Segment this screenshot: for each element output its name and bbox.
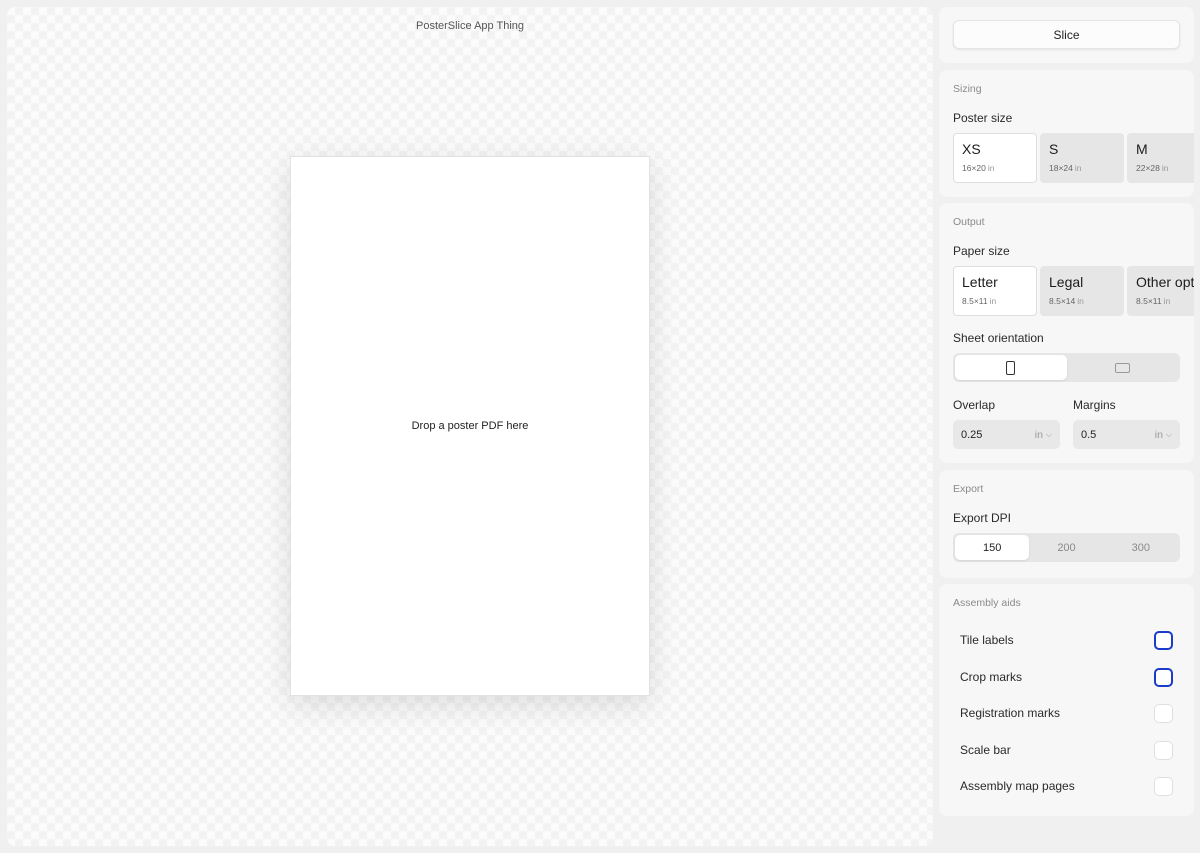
margins-label: Margins	[1073, 398, 1116, 412]
paper-size-label: Paper size	[953, 244, 1010, 258]
poster-size-s[interactable]: S 18×24 in	[1040, 133, 1124, 183]
dpi-option-150[interactable]: 150	[955, 535, 1030, 560]
paper-size-other[interactable]: Other opt 8.5×11 in	[1127, 266, 1194, 316]
assembly-aids-section: Assembly aids Tile labels Crop marks Reg…	[939, 584, 1194, 816]
orientation-portrait-button[interactable]	[955, 355, 1067, 380]
poster-size-label: Poster size	[953, 111, 1013, 125]
poster-size-xs[interactable]: XS 16×20 in	[953, 133, 1037, 183]
assembly-aid-map-pages[interactable]: Assembly map pages	[960, 776, 1173, 796]
margins-unit[interactable]: in	[1155, 429, 1163, 441]
scale-bar-checkbox[interactable]	[1154, 740, 1173, 760]
paper-size-options: Letter 8.5×11 in Legal 8.5×14 in Other opt…	[953, 266, 1194, 316]
export-dpi-label: Export DPI	[953, 511, 1012, 525]
assembly-aid-registration-marks[interactable]: Registration marks	[960, 703, 1173, 723]
sheet-orientation-label: Sheet orientation	[953, 331, 1044, 345]
poster-size-options: XS 16×20 in S 18×24 in M 22×28 in	[953, 133, 1194, 183]
tile-labels-checkbox[interactable]	[1154, 630, 1173, 650]
registration-marks-checkbox[interactable]	[1154, 703, 1173, 723]
paper-size-letter[interactable]: Letter 8.5×11 in	[953, 266, 1037, 316]
output-section: Output Paper size Letter 8.5×11 in Legal …	[939, 203, 1194, 463]
assembly-aid-crop-marks[interactable]: Crop marks	[960, 667, 1173, 687]
canvas-area[interactable]: PosterSlice App Thing Drop a poster PDF …	[7, 7, 933, 846]
assembly-map-pages-checkbox[interactable]	[1154, 776, 1173, 796]
dpi-option-200[interactable]: 200	[1029, 535, 1103, 560]
dpi-selector: 150 200 300	[953, 533, 1180, 562]
drop-zone-text: Drop a poster PDF here	[411, 420, 529, 432]
landscape-sheet-icon	[1114, 362, 1130, 373]
sizing-section: Sizing Poster size XS 16×20 in S 18×24 in …	[939, 70, 1194, 197]
sizing-title: Sizing	[953, 83, 982, 95]
assembly-aid-tile-labels[interactable]: Tile labels	[960, 630, 1173, 650]
assembly-aids-title: Assembly aids	[953, 597, 1021, 609]
chevron-down-icon[interactable]: ⌵	[1046, 430, 1052, 440]
poster-size-m[interactable]: M 22×28 in	[1127, 133, 1194, 183]
portrait-sheet-icon	[1006, 360, 1016, 375]
export-title: Export	[953, 483, 984, 495]
crop-marks-checkbox[interactable]	[1154, 667, 1173, 687]
slice-button[interactable]: Slice	[953, 20, 1180, 49]
output-title: Output	[953, 216, 985, 228]
orientation-landscape-button[interactable]	[1067, 355, 1179, 380]
dpi-option-300[interactable]: 300	[1104, 535, 1178, 560]
chevron-down-icon[interactable]: ⌵	[1166, 430, 1172, 440]
export-section: Export Export DPI 150 200 300	[939, 470, 1194, 578]
orientation-toggle	[953, 353, 1180, 382]
overlap-unit[interactable]: in	[1035, 429, 1043, 441]
overlap-label: Overlap	[953, 398, 996, 412]
app-title: PosterSlice App Thing	[415, 20, 525, 32]
paper-size-legal[interactable]: Legal 8.5×14 in	[1040, 266, 1124, 316]
margins-input[interactable]: 0.5 in ⌵	[1073, 420, 1180, 449]
slice-card: Slice	[939, 7, 1194, 63]
poster-drop-zone[interactable]: Drop a poster PDF here	[290, 156, 650, 696]
overlap-input[interactable]: 0.25 in ⌵	[953, 420, 1060, 449]
assembly-aid-scale-bar[interactable]: Scale bar	[960, 740, 1173, 760]
